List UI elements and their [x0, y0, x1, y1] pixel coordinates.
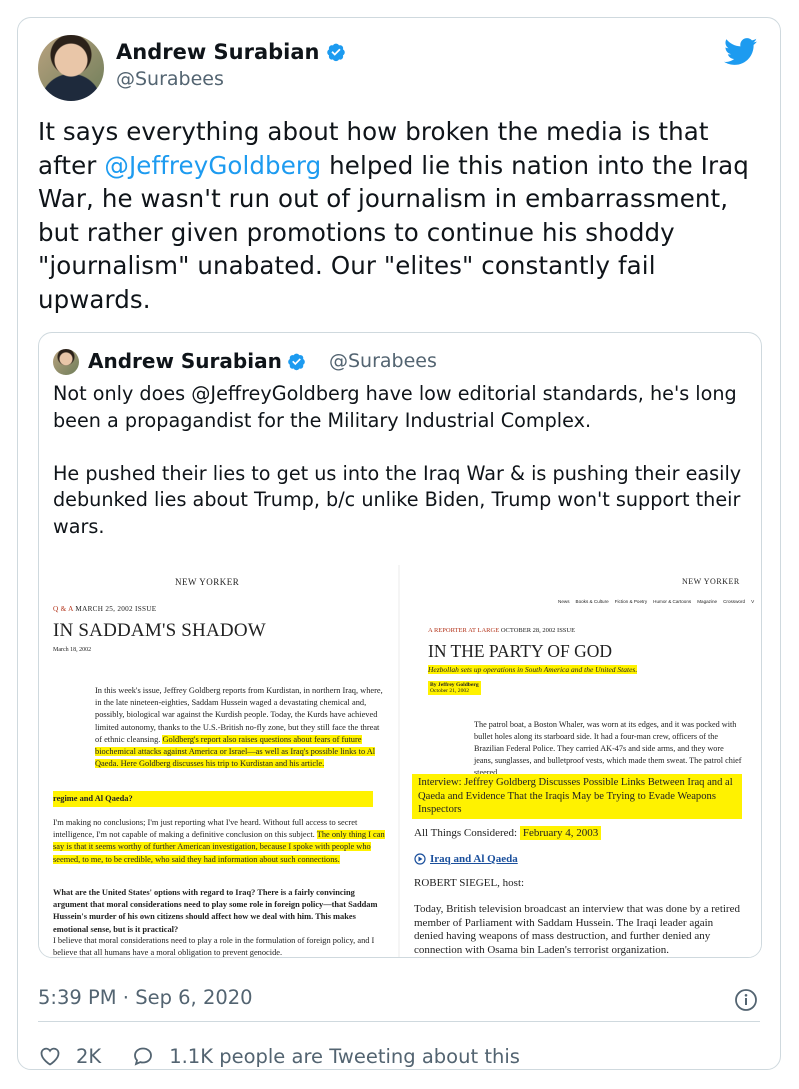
left-kicker: Q & A	[53, 605, 74, 613]
right-byline-date: October 21, 2002	[430, 688, 469, 694]
separator: ·	[122, 986, 129, 1009]
like-count[interactable]: 2K	[76, 1045, 101, 1068]
left-issue: MARCH 25, 2002 ISSUE	[75, 605, 157, 613]
tweeting-about-link[interactable]: 1.1K people are Tweeting about this	[169, 1045, 520, 1068]
quoted-author-row[interactable]: Andrew Surabian	[88, 349, 306, 373]
left-intro: In this week's issue, Jeffrey Goldberg r…	[95, 685, 387, 770]
nav-item: V	[751, 599, 755, 604]
author-handle[interactable]: @Surabees	[116, 68, 224, 90]
heart-icon[interactable]	[38, 1044, 62, 1068]
nav-item: Crossword	[723, 599, 746, 604]
show-row: All Things Considered: February 4, 2003	[414, 826, 602, 840]
nav-item: Humor & Cartoons	[653, 599, 692, 604]
quoted-avatar[interactable]	[53, 349, 79, 375]
left-answer-text: I'm making no conclusions; I'm just repo…	[53, 818, 358, 840]
play-audio-icon[interactable]	[414, 853, 426, 865]
right-kicker-row: A REPORTER AT LARGE OCTOBER 28, 2002 ISS…	[428, 627, 575, 634]
media-images[interactable]: NEW YORKER Q & A MARCH 25, 2002 ISSUE IN…	[39, 565, 761, 958]
transcript: Today, British television broadcast an i…	[414, 903, 740, 956]
left-date: March 18, 2002	[53, 647, 92, 653]
left-headline: IN SADDAM'S SHADOW	[53, 620, 266, 641]
quoted-text: Not only does @JeffreyGoldberg have low …	[53, 381, 753, 567]
tweet-card: Andrew Surabian @Surabees It says everyt…	[17, 17, 781, 1070]
author-name[interactable]: Andrew Surabian	[116, 40, 320, 64]
audio-link[interactable]: Iraq and Al Qaeda	[430, 853, 518, 865]
nav-item: Books & Culture	[575, 599, 609, 604]
verified-badge-icon	[326, 43, 345, 62]
article-screenshot-right[interactable]: NEW YORKER News Books & Culture Fiction …	[400, 565, 761, 957]
show-date: February 4, 2003	[519, 826, 602, 840]
quoted-paragraph-1: Not only does @JeffreyGoldberg have low …	[53, 382, 737, 432]
article-screenshot-left[interactable]: NEW YORKER Q & A MARCH 25, 2002 ISSUE IN…	[39, 565, 400, 958]
left-answer-1: I'm making no conclusions; I'm just repo…	[53, 817, 389, 866]
author-name-row[interactable]: Andrew Surabian	[116, 40, 346, 64]
quoted-author-name[interactable]: Andrew Surabian	[88, 349, 282, 373]
nav-item: Fiction & Poetry	[614, 599, 648, 604]
tweet-time[interactable]: 5:39 PM	[38, 986, 117, 1009]
left-question-fragment: regime and Al Qaeda?	[53, 791, 373, 808]
right-headline: IN THE PARTY OF GOD	[428, 641, 613, 661]
verified-badge-icon	[288, 353, 305, 370]
new-yorker-logo: NEW YORKER	[682, 577, 740, 586]
quoted-paragraph-2: He pushed their lies to get us into the …	[53, 461, 742, 538]
avatar[interactable]	[38, 35, 104, 101]
tweet-text: It says everything about how broken the …	[38, 115, 768, 316]
right-dek: Hezbollah sets up operations in South Am…	[428, 665, 638, 674]
divider	[38, 1021, 760, 1022]
mention-link[interactable]: @JeffreyGoldberg	[104, 151, 321, 180]
quoted-tweet[interactable]: Andrew Surabian @Surabees Not only does …	[38, 332, 762, 958]
right-kicker: A REPORTER AT LARGE	[428, 627, 500, 634]
interview-title: Interview: Jeffrey Goldberg Discusses Po…	[412, 774, 742, 819]
twitter-bird-icon[interactable]	[724, 38, 758, 66]
left-kicker-row: Q & A MARCH 25, 2002 ISSUE	[53, 605, 156, 613]
left-answer-2: I believe that moral considerations need…	[53, 936, 375, 958]
action-bar: 2K 1.1K people are Tweeting about this	[38, 1044, 520, 1068]
quoted-author-handle[interactable]: @Surabees	[329, 350, 437, 372]
nav-item: Magazine	[697, 599, 718, 604]
right-issue: OCTOBER 28, 2002 ISSUE	[500, 627, 576, 634]
audio-link-row[interactable]: Iraq and Al Qaeda	[414, 853, 518, 865]
tweet-date[interactable]: Sep 6, 2020	[135, 986, 252, 1009]
info-icon[interactable]	[734, 988, 758, 1012]
nav-item: News	[558, 599, 570, 604]
right-nav: News Books & Culture Fiction & Poetry Hu…	[558, 599, 754, 604]
timestamp[interactable]: 5:39 PM · Sep 6, 2020	[38, 986, 253, 1009]
left-question-2: What are the United States' options with…	[53, 888, 378, 934]
right-byline: By Jeffrey Goldberg October 21, 2002	[428, 681, 481, 695]
reply-icon[interactable]	[131, 1044, 155, 1068]
show-name: All Things Considered:	[414, 827, 518, 839]
host-line: ROBERT SIEGEL, host:	[414, 877, 525, 889]
right-body: The patrol boat, a Boston Whaler, was wo…	[474, 720, 742, 777]
new-yorker-logo: NEW YORKER	[175, 577, 240, 587]
